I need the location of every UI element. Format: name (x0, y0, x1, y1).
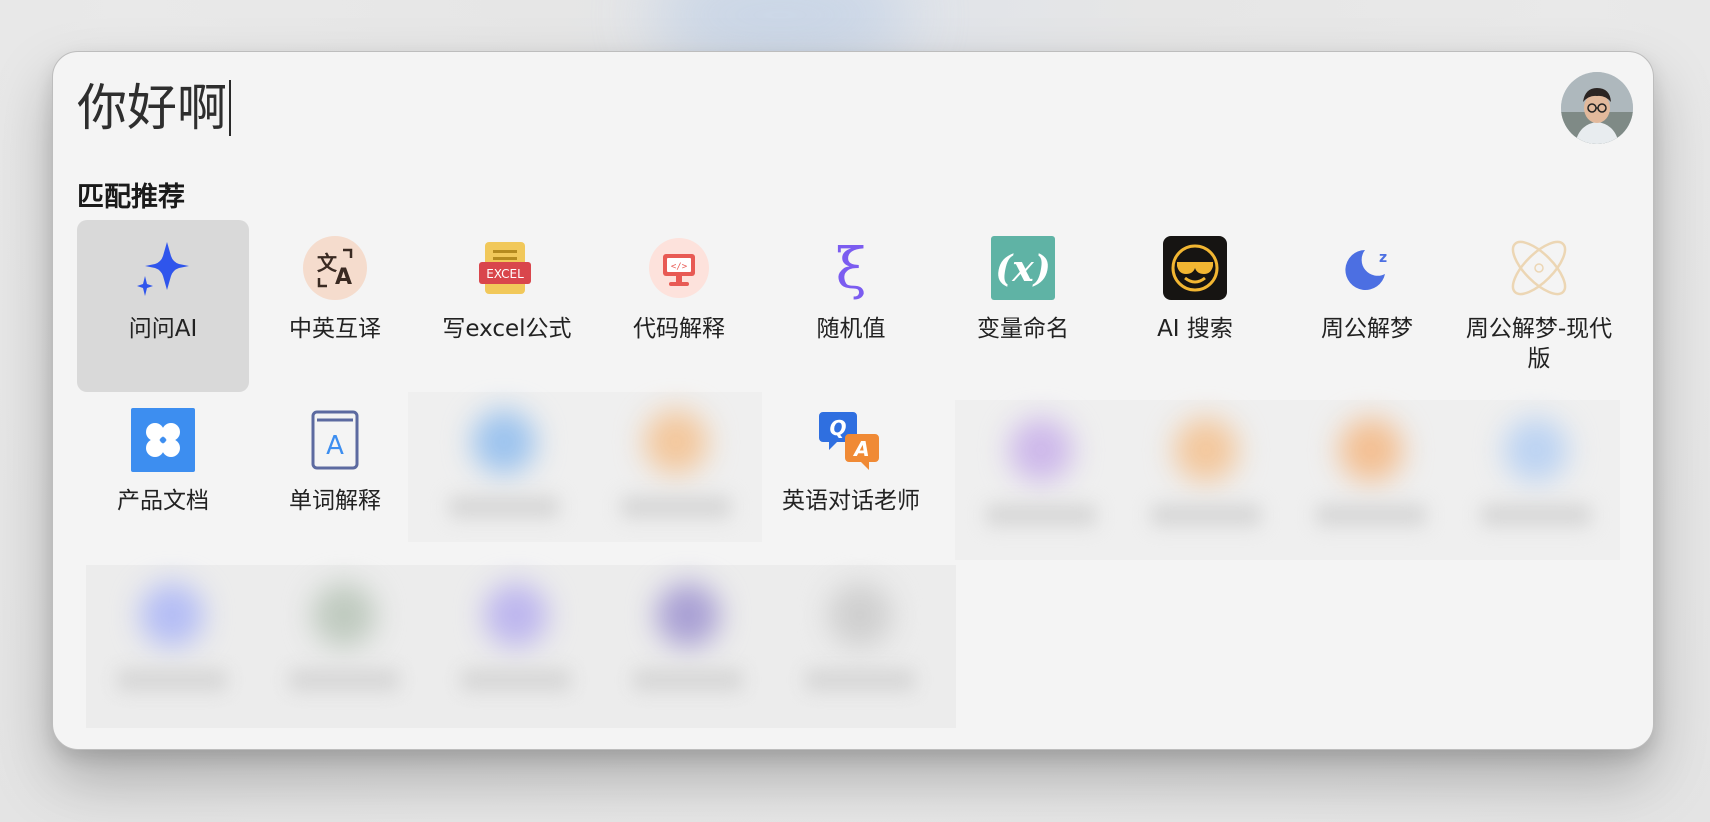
translate-icon: 文 A (303, 236, 367, 300)
app-tile-label: AI 搜索 (1157, 316, 1233, 342)
excel-icon: EXCEL (475, 236, 539, 300)
svg-text:A: A (335, 265, 352, 290)
app-tile-code-explain[interactable]: </> 代码解释 (593, 220, 765, 392)
app-tile-label: 问问AI (128, 316, 198, 342)
blurred-app-tile (1285, 400, 1457, 572)
app-tile-label: 英语对话老师 (782, 488, 920, 514)
dictionary-icon: A (303, 408, 367, 472)
launcher-window: 你好啊 匹配推荐 问问AI 文 A 中英互译 EXCEL 写excel公式 </… (52, 51, 1654, 750)
blurred-app-tile (602, 565, 774, 737)
app-tile-label: 写excel公式 (442, 316, 572, 342)
app-tile-ask-ai[interactable]: 问问AI (77, 220, 249, 392)
app-tile-label: 代码解释 (633, 316, 725, 342)
app-tile-label: 中英互译 (289, 316, 381, 342)
clover-icon (131, 408, 195, 472)
app-tile-product-docs[interactable]: 产品文档 (77, 392, 249, 564)
blurred-tiles (955, 400, 1620, 560)
svg-text:(x): (x) (995, 248, 1051, 290)
app-tile-english-teacher[interactable]: Q A 英语对话老师 (765, 392, 937, 564)
app-tile-excel-formula[interactable]: EXCEL 写excel公式 (421, 220, 593, 392)
svg-text:EXCEL: EXCEL (486, 267, 524, 281)
blurred-tiles (86, 565, 956, 728)
app-tile-label: 单词解释 (289, 488, 381, 514)
blurred-app-tile (590, 392, 762, 564)
svg-text:</>: </> (671, 262, 688, 272)
blurred-app-tile (86, 565, 258, 737)
variable-x-icon: (x) (991, 236, 1055, 300)
svg-text:Q: Q (829, 416, 846, 440)
app-tile-word-explain[interactable]: A 单词解释 (249, 392, 421, 564)
app-tile-variable-naming[interactable]: (x) 变量命名 (937, 220, 1109, 392)
blurred-app-tile (955, 400, 1127, 572)
app-tile-dream-interpretation[interactable]: z 周公解梦 (1281, 220, 1453, 392)
text-caret (229, 80, 231, 136)
app-tile-label: 随机值 (816, 316, 886, 342)
blurred-app-tile (430, 565, 602, 737)
section-title: 匹配推荐 (77, 182, 185, 213)
code-monitor-icon: </> (647, 236, 711, 300)
xi-icon: ξ (819, 236, 883, 300)
svg-text:A: A (852, 437, 869, 461)
user-avatar[interactable] (1561, 72, 1633, 144)
sunglasses-emoji-icon (1163, 236, 1227, 300)
search-query-text: 你好啊 (77, 79, 227, 137)
app-tile-translate[interactable]: 文 A 中英互译 (249, 220, 421, 392)
planet-icon (1507, 236, 1571, 300)
svg-text:A: A (326, 431, 344, 461)
app-tile-random-value[interactable]: ξ 随机值 (765, 220, 937, 392)
app-tile-dream-interpretation-modern[interactable]: 周公解梦-现代版 (1453, 220, 1625, 392)
moon-zzz-icon: z (1335, 236, 1399, 300)
app-tile-label: 周公解梦 (1321, 316, 1413, 342)
blurred-app-tile (1450, 400, 1622, 572)
qa-bubbles-icon: Q A (819, 408, 883, 472)
app-tile-label: 变量命名 (977, 316, 1069, 342)
blurred-app-tile (1120, 400, 1292, 572)
blurred-app-tile (418, 392, 590, 564)
svg-text:ξ: ξ (836, 237, 867, 300)
search-input[interactable]: 你好啊 (77, 78, 231, 138)
app-tile-ai-search[interactable]: AI 搜索 (1109, 220, 1281, 392)
blurred-app-tile (774, 565, 946, 737)
svg-text:z: z (1379, 250, 1387, 266)
blurred-app-tile (258, 565, 430, 737)
blurred-tiles (408, 392, 762, 542)
app-tile-label: 周公解梦-现代版 (1465, 316, 1613, 372)
app-tile-label: 产品文档 (117, 488, 209, 514)
sparkle-icon (131, 236, 195, 300)
